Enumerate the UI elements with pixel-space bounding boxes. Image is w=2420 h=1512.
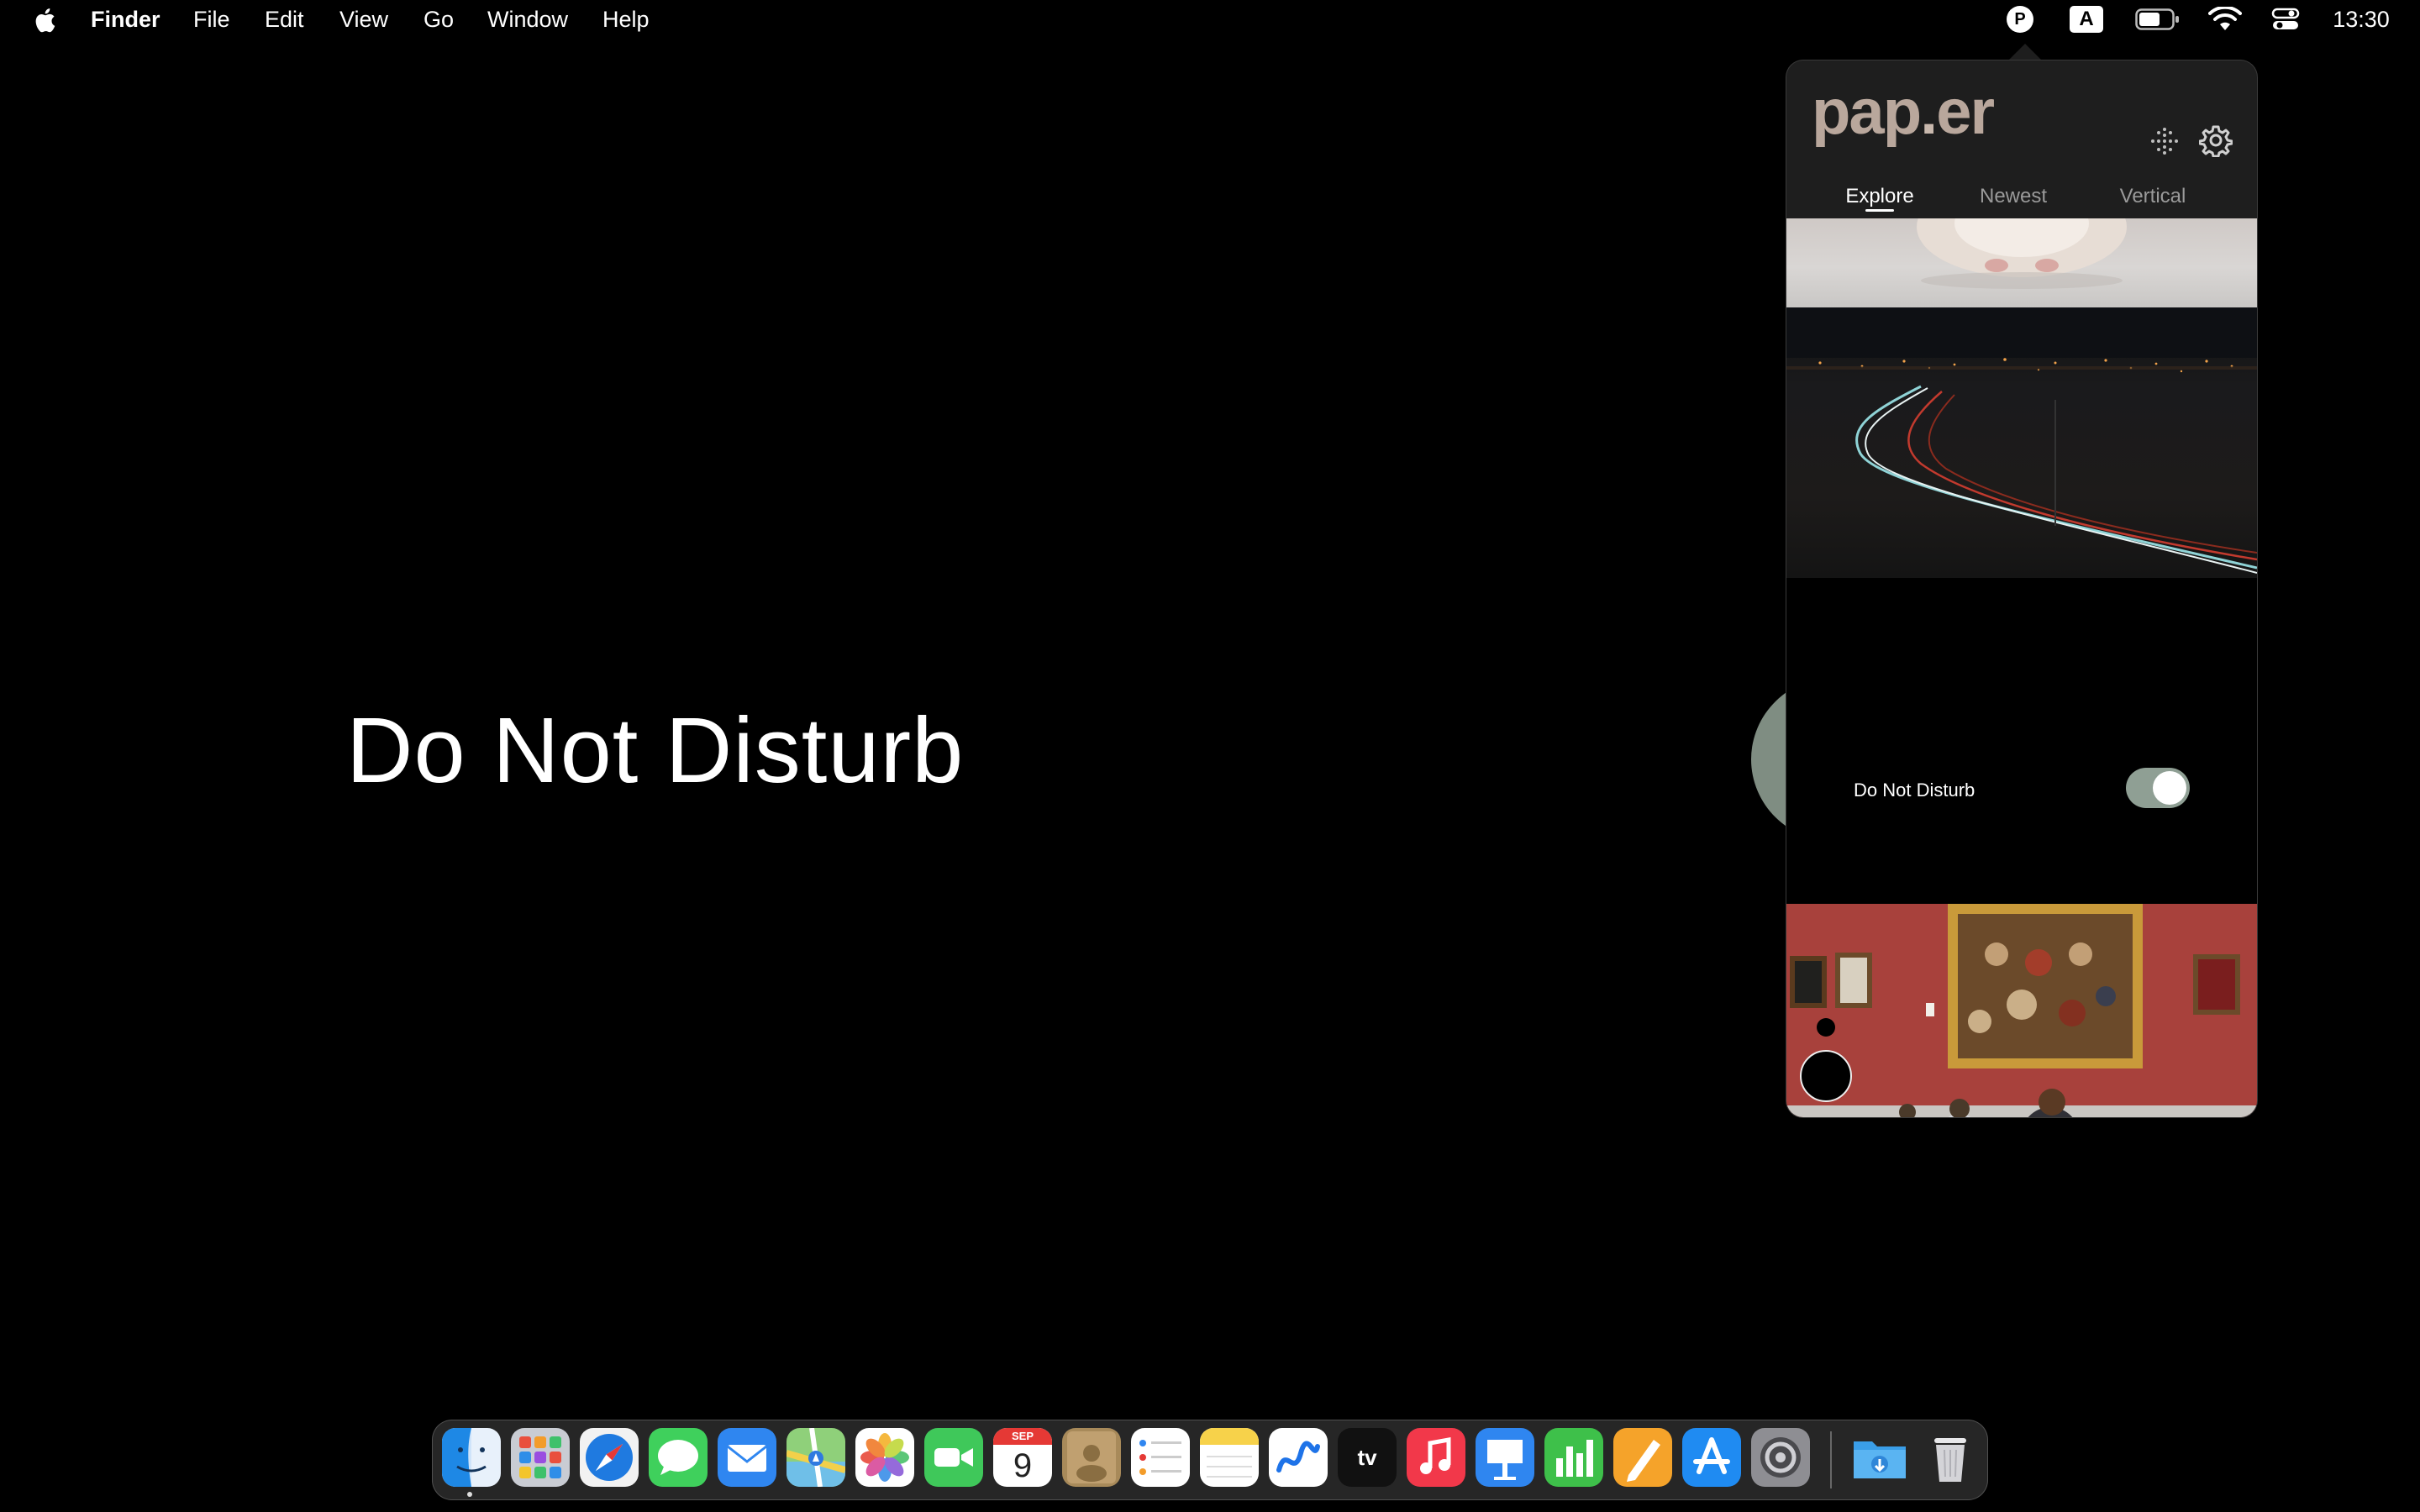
paper-status-icon: P [2007, 6, 2033, 33]
floating-action-button[interactable] [1800, 1050, 1852, 1102]
clock-text: 13:30 [2333, 6, 2390, 32]
reminders-icon[interactable] [1131, 1428, 1190, 1487]
dock-separator [1830, 1431, 1832, 1488]
night-road-image [1786, 307, 2257, 574]
calendar-day: 9 [1013, 1447, 1033, 1484]
mail-icon[interactable] [718, 1428, 776, 1487]
input-source-menu[interactable]: A [2069, 0, 2104, 39]
focus-mode-title: Do Not Disturb [346, 699, 965, 802]
wifi-menu[interactable] [2207, 0, 2244, 39]
calendar-month: SEP [993, 1428, 1052, 1445]
apple-tv-icon[interactable]: tv [1338, 1428, 1397, 1487]
paper-menu-extra[interactable]: P [2005, 0, 2035, 39]
contacts-icon[interactable] [1062, 1428, 1121, 1487]
dnd-label: Do Not Disturb [1854, 780, 1975, 801]
pages-icon[interactable] [1613, 1428, 1672, 1487]
paper-popover: pap.er Explore Newest Vertical Do Not Di… [1786, 60, 2257, 1117]
control-center-icon [2271, 8, 2300, 29]
tab-vertical[interactable]: Vertical [2102, 180, 2203, 213]
launchpad-icon[interactable] [511, 1428, 570, 1487]
system-settings-icon[interactable] [1751, 1428, 1810, 1487]
battery-menu[interactable] [2134, 0, 2181, 39]
menu-go[interactable]: Go [424, 0, 454, 39]
music-icon[interactable] [1407, 1428, 1465, 1487]
clock-menu[interactable]: 13:30 [2319, 0, 2403, 39]
apple-tv-label: tv [1357, 1445, 1377, 1470]
popover-arrow [2007, 44, 2044, 62]
paper-logo: pap.er [1812, 76, 1995, 148]
dock: SEP 9 tv [432, 1420, 1988, 1500]
museum-image [1786, 904, 2257, 1117]
wifi-icon [2208, 7, 2242, 30]
active-tab-indicator [1865, 209, 1894, 212]
menu-view[interactable]: View [339, 0, 388, 39]
freeform-icon[interactable] [1269, 1428, 1328, 1487]
apple-logo-icon[interactable] [32, 7, 60, 34]
wallpaper-thumbnail-museum[interactable] [1786, 904, 2257, 1117]
gear-icon[interactable] [2199, 123, 2233, 157]
notes-icon[interactable] [1200, 1428, 1259, 1487]
app-menu-finder[interactable]: Finder [91, 0, 160, 39]
hamster-image [1917, 218, 2127, 289]
toggle-knob [2153, 771, 2186, 805]
maps-icon[interactable] [786, 1428, 845, 1487]
menu-file[interactable]: File [193, 0, 230, 39]
tab-explore[interactable]: Explore [1833, 180, 1926, 213]
menu-bar: Finder File Edit View Go Window Help P A [0, 0, 2420, 39]
menu-edit[interactable]: Edit [265, 0, 304, 39]
facetime-icon[interactable] [924, 1428, 983, 1487]
running-indicator [467, 1492, 472, 1497]
menu-help[interactable]: Help [602, 0, 650, 39]
app-store-icon[interactable] [1682, 1428, 1741, 1487]
calendar-icon[interactable]: SEP 9 [993, 1428, 1052, 1487]
downloads-folder-icon[interactable] [1850, 1428, 1909, 1487]
tab-newest[interactable]: Newest [1966, 180, 2060, 213]
photos-icon[interactable] [855, 1428, 914, 1487]
floating-indicator-dot [1817, 1018, 1835, 1037]
dnd-toggle[interactable] [2126, 768, 2190, 808]
keynote-icon[interactable] [1476, 1428, 1534, 1487]
wallpaper-thumbnail-night-road[interactable] [1786, 307, 2257, 578]
menu-window[interactable]: Window [487, 0, 568, 39]
trash-icon[interactable] [1921, 1428, 1980, 1487]
messages-icon[interactable] [649, 1428, 708, 1487]
safari-icon[interactable] [580, 1428, 639, 1487]
dnd-panel: Do Not Disturb [1786, 578, 2257, 904]
control-center-menu[interactable] [2269, 0, 2302, 39]
input-source-icon: A [2070, 6, 2103, 33]
finder-icon[interactable] [442, 1428, 501, 1487]
battery-icon [2135, 8, 2179, 30]
wallpaper-thumbnail-hamster[interactable] [1786, 218, 2257, 307]
dots-grid-icon[interactable] [2149, 126, 2180, 156]
numbers-icon[interactable] [1544, 1428, 1603, 1487]
